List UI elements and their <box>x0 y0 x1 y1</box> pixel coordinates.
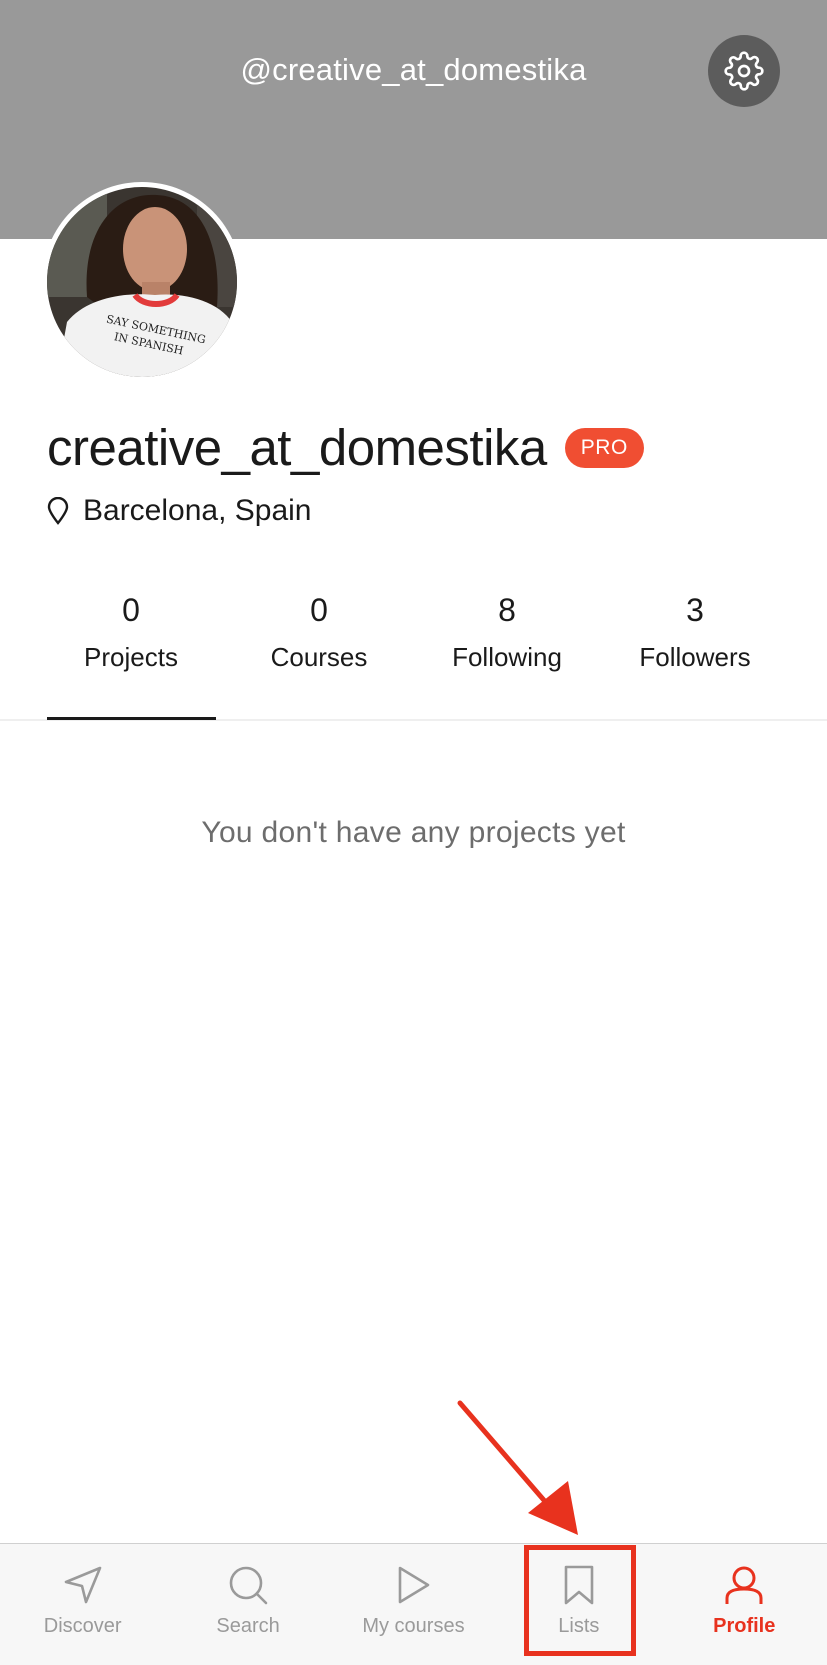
nav-discover[interactable]: Discover <box>0 1544 165 1665</box>
nav-profile[interactable]: Profile <box>662 1544 827 1665</box>
profile-screen: @creative_at_domestika SAY SOMETHING IN … <box>0 0 827 1665</box>
tab-projects[interactable]: 0 Projects <box>37 592 225 673</box>
avatar[interactable]: SAY SOMETHING IN SPANISH <box>42 182 242 382</box>
stat-label: Projects <box>84 642 178 672</box>
stats-tabs: 0 Projects 0 Courses 8 Following 3 Follo… <box>37 592 789 673</box>
nav-label: Discover <box>43 1615 122 1637</box>
stat-label: Courses <box>270 642 368 672</box>
profile-username: creative_at_domestika <box>47 419 547 476</box>
header-handle: @creative_at_domestika <box>240 52 587 87</box>
tab-courses[interactable]: 0 Courses <box>225 592 413 673</box>
location-pin-icon <box>47 497 69 525</box>
stat-value: 3 <box>686 592 704 628</box>
tab-followers[interactable]: 3 Followers <box>601 592 789 673</box>
stat-label: Followers <box>639 642 751 672</box>
nav-label: My courses <box>362 1615 465 1637</box>
tab-following[interactable]: 8 Following <box>413 592 601 673</box>
nav-label: Search <box>216 1615 280 1637</box>
search-icon <box>226 1563 270 1607</box>
bottom-nav: Discover Search My courses Lists Profile <box>0 1543 827 1665</box>
location-row: Barcelona, Spain <box>47 494 312 528</box>
active-tab-indicator <box>47 717 216 720</box>
stat-label: Following <box>452 642 562 672</box>
nav-label: Profile <box>713 1615 776 1637</box>
gear-icon <box>724 51 764 91</box>
pro-badge: PRO <box>564 427 644 468</box>
name-row: creative_at_domestika PRO <box>47 418 644 477</box>
avatar-photo: SAY SOMETHING IN SPANISH <box>47 187 237 377</box>
stat-value: 0 <box>122 592 140 628</box>
user-icon <box>722 1563 766 1607</box>
annotation-arrow <box>457 1400 578 1535</box>
settings-button[interactable] <box>708 35 780 107</box>
annotation-highlight-box <box>524 1545 636 1656</box>
empty-projects-message: You don't have any projects yet <box>201 816 626 849</box>
nav-my-courses[interactable]: My courses <box>331 1544 496 1665</box>
play-icon <box>391 1563 435 1607</box>
nav-search[interactable]: Search <box>165 1544 330 1665</box>
send-arrow-icon <box>61 1563 105 1607</box>
stat-value: 8 <box>498 592 516 628</box>
location-text: Barcelona, Spain <box>83 494 312 527</box>
stat-value: 0 <box>310 592 328 628</box>
